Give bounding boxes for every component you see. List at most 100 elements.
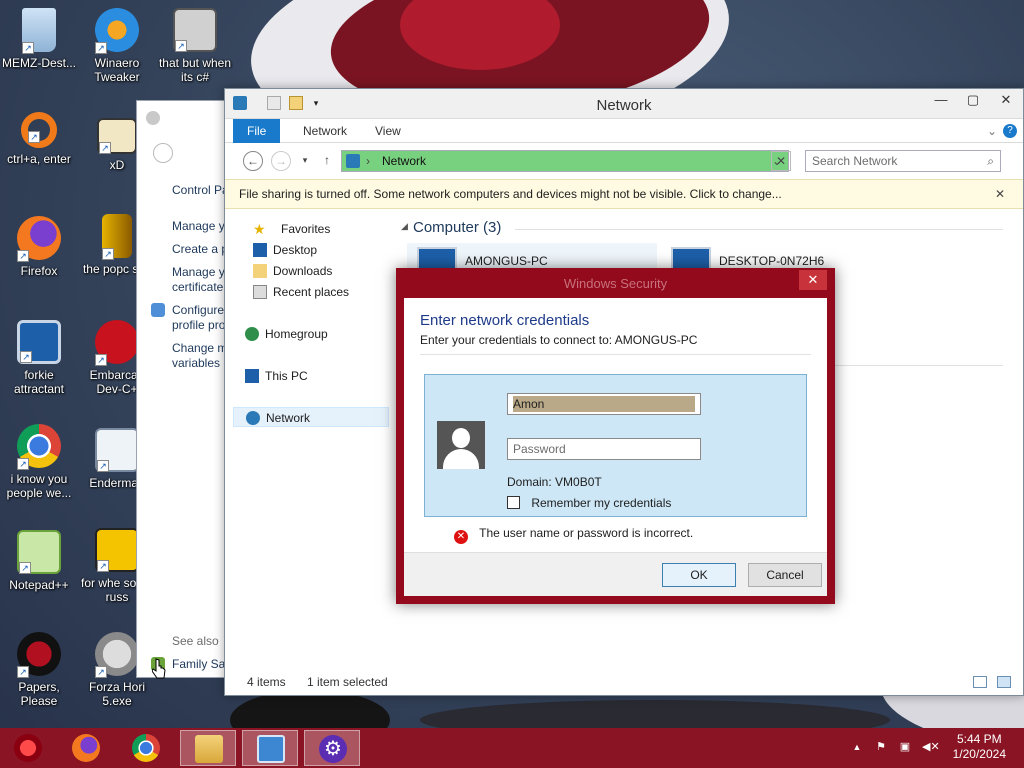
search-input[interactable]: Search Network ⌕ (805, 150, 1001, 172)
address-row: ← → ▾ ↑ › Network ⌄ ✕ Search Network ⌕ (225, 143, 1023, 179)
network-tray-icon[interactable]: ▣ (898, 740, 912, 754)
details-view-icon[interactable] (973, 676, 987, 688)
error-message: ✕ The user name or password is incorrect… (454, 526, 693, 544)
desktop-icon-label: MEMZ-Dest... (2, 56, 76, 70)
forward-button[interactable]: → (271, 151, 291, 171)
address-text: Network (382, 154, 427, 168)
error-icon: ✕ (454, 530, 468, 544)
cp-link-manage[interactable]: Manage y (172, 219, 232, 234)
desktop-icon-label: Notepad++ (9, 578, 69, 592)
volume-muted-icon[interactable]: ◀✕ (922, 740, 940, 754)
address-bar[interactable]: › Network ⌄ (341, 150, 789, 172)
nav-this-pc[interactable]: This PC (233, 366, 389, 386)
cp-link-profile[interactable]: Configure profile pro (172, 303, 232, 333)
infobar-text: File sharing is turned off. Some network… (239, 187, 782, 201)
taskbar-firefox-button[interactable] (58, 730, 114, 766)
cp-link-control-panel[interactable]: Control Pa (172, 183, 232, 198)
star-icon: ★ (253, 221, 266, 237)
desktop-icon-firefox[interactable]: ↗ Firefox (0, 216, 78, 278)
title-bar[interactable]: ▾ Network — ▢ ✕ (225, 89, 1023, 119)
control-panel-icon (257, 735, 285, 763)
recent-locations-icon[interactable]: ▾ (295, 151, 315, 171)
dll-icon: ↗ (95, 528, 139, 572)
show-hidden-icons[interactable]: ▲ (850, 740, 864, 754)
firefox-icon: ↗ (17, 216, 61, 262)
see-also-label: See also (172, 634, 219, 648)
search-placeholder: Search Network (812, 154, 898, 168)
windows-security-dialog[interactable]: Windows Security ✕ Enter network credent… (396, 268, 835, 604)
shield-icon (151, 303, 165, 317)
large-icons-view-icon[interactable] (997, 676, 1011, 688)
infobar-close-icon[interactable]: ✕ (995, 180, 1005, 208)
cp-link-certificates[interactable]: Manage y certificate (172, 265, 232, 295)
nav-homegroup[interactable]: Homegroup (233, 324, 389, 344)
cp-link-variables[interactable]: Change m variables (172, 341, 232, 371)
desktop-icon-ctrl-a[interactable]: ↗ ctrl+a, enter (0, 112, 78, 166)
computer-name: AMONGUS-PC (465, 254, 548, 268)
popcorn-icon: ↗ (102, 214, 132, 260)
taskbar-control-panel-button[interactable] (242, 730, 298, 766)
nav-recent-places[interactable]: Recent places (233, 282, 389, 302)
ribbon-expand-icon[interactable]: ⌄ (987, 119, 997, 143)
taskbar-explorer-button[interactable] (180, 730, 236, 766)
desktop-icon-papers-please[interactable]: ↗ Papers, Please (0, 632, 78, 708)
ok-button[interactable]: OK (662, 563, 736, 587)
network-icon (346, 154, 360, 168)
chrome-icon (132, 734, 160, 762)
password-field[interactable]: Password (507, 438, 701, 460)
nav-favorites[interactable]: ★ Favorites (233, 219, 389, 239)
close-button[interactable]: ✕ (989, 89, 1023, 111)
cp-link-family-safety[interactable]: Family Saf (172, 657, 232, 672)
desktop-icon-label: Forza Hori 5.exe (88, 680, 145, 708)
remember-credentials-checkbox[interactable]: Remember my credentials (507, 496, 671, 510)
cancel-button[interactable]: Cancel (748, 563, 822, 587)
up-button[interactable]: ↑ (317, 151, 337, 171)
chrome-icon: ↗ (17, 424, 61, 470)
dialog-close-button[interactable]: ✕ (799, 270, 827, 290)
action-center-flag-icon[interactable]: ⚑ (874, 740, 888, 754)
firefox-icon (72, 734, 100, 762)
desktop-icon-forkie[interactable]: ↗ forkie attractant (0, 320, 78, 396)
nav-downloads[interactable]: Downloads (233, 261, 389, 281)
mouse-cursor-icon (152, 658, 166, 679)
settings-monitor-icon: ↗ (17, 320, 61, 364)
desktop-icon-notepadpp[interactable]: ↗ Notepad++ (0, 530, 78, 592)
status-bar: 4 items 1 item selected (225, 669, 1023, 695)
desktop-icon-winaero[interactable]: ↗ Winaero Tweaker (78, 8, 156, 84)
username-field[interactable]: Amon (507, 393, 701, 415)
clock-date: 1/20/2024 (952, 747, 1006, 761)
taskbar-settings-button[interactable]: ⚙ (304, 730, 360, 766)
tab-file[interactable]: File (233, 119, 281, 143)
group-header[interactable]: Computer (3) (413, 219, 501, 236)
dialog-footer: OK Cancel (404, 552, 827, 596)
nav-desktop[interactable]: Desktop (233, 240, 389, 260)
remember-label: Remember my credentials (531, 496, 672, 510)
file-sharing-infobar[interactable]: File sharing is turned off. Some network… (225, 179, 1023, 209)
search-icon: ⌕ (987, 154, 994, 168)
checkbox-box[interactable] (507, 496, 520, 509)
hex-editor-icon: ↗ (97, 118, 137, 154)
cp-link-create[interactable]: Create a p (172, 242, 232, 257)
nav-network[interactable]: Network (233, 407, 389, 427)
maximize-button[interactable]: ▢ (957, 89, 989, 111)
minimize-button[interactable]: — (925, 89, 957, 111)
refresh-button[interactable]: ✕ (771, 151, 791, 171)
back-button[interactable]: ← (243, 151, 263, 171)
system-clock[interactable]: 5:44 PM 1/20/2024 (953, 732, 1006, 762)
desktop-icon-chrome[interactable]: ↗ i know you people we... (0, 424, 78, 500)
tab-view[interactable]: View (361, 119, 415, 143)
user-avatar-icon (437, 421, 485, 469)
back-icon (153, 143, 173, 163)
desktop-icon-memz[interactable]: ↗ MEMZ-Dest... (0, 8, 78, 70)
help-icon[interactable]: ? (1003, 124, 1017, 138)
dialog-title: Windows Security (563, 276, 668, 291)
desktop-icon-csharp[interactable]: ↗ that but when its c# (156, 8, 234, 84)
taskbar-chrome-button[interactable] (118, 730, 174, 766)
tab-network[interactable]: Network (289, 119, 361, 143)
ribbon-tabs: File Network View ⌄ ? (225, 119, 1023, 143)
taskbar-app-button[interactable] (0, 730, 56, 766)
computer-icon (245, 369, 259, 383)
collapse-group-icon[interactable]: ◢ (401, 221, 408, 232)
flash-icon: ↗ (95, 632, 139, 678)
recent-places-icon (253, 285, 267, 299)
